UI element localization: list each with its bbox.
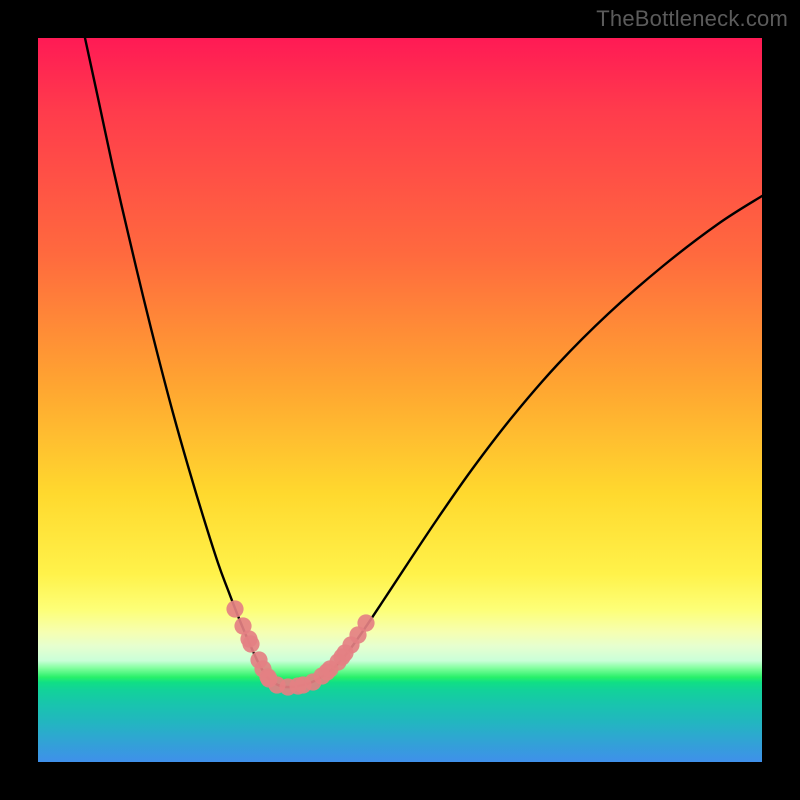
watermark-text: TheBottleneck.com: [596, 6, 788, 32]
bottleneck-curve: [85, 38, 762, 687]
data-point: [226, 600, 243, 617]
chart-frame: TheBottleneck.com: [0, 0, 800, 800]
data-point: [242, 635, 259, 652]
curve-layer: [38, 38, 762, 762]
data-point: [357, 614, 374, 631]
plot-area: [38, 38, 762, 762]
